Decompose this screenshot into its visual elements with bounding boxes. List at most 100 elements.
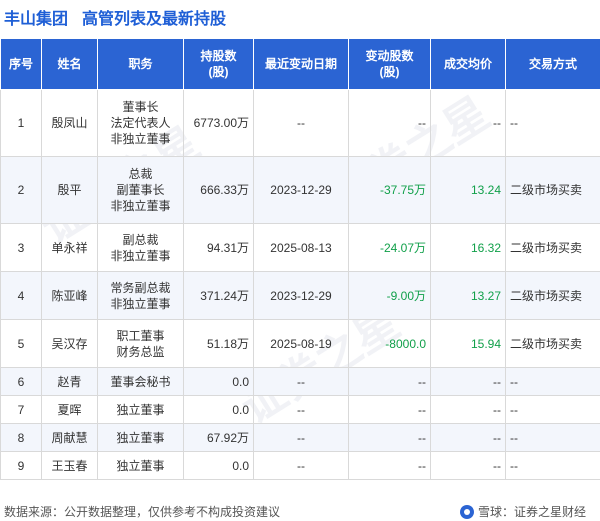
executive-name: 殷平 bbox=[41, 156, 98, 224]
column-header: 成交均价 bbox=[430, 38, 506, 90]
position-cell: 独立董事 bbox=[97, 395, 184, 424]
shares-changed: -8000.0 bbox=[348, 319, 431, 368]
column-header-label: 交易方式 bbox=[528, 57, 577, 71]
position-cell: 独立董事 bbox=[97, 423, 184, 452]
data-source-note: 数据来源：公开数据整理，仅供参考不构成投资建议 bbox=[4, 505, 281, 519]
footer: 数据来源：公开数据整理，仅供参考不构成投资建议 雪球：证券之星财经 bbox=[0, 500, 600, 521]
executive-name: 夏晖 bbox=[41, 395, 98, 424]
column-header-label: 职务 bbox=[128, 57, 153, 71]
position-cell: 独立董事 bbox=[97, 451, 184, 480]
position-title: 非独立董事 bbox=[110, 132, 171, 146]
column-header-label: 序号 bbox=[8, 57, 33, 71]
column-header-label: 持股数 bbox=[200, 49, 237, 63]
position-title: 法定代表人 bbox=[110, 116, 171, 130]
position-title: 副总裁 bbox=[122, 232, 159, 247]
shares-changed: -- bbox=[348, 423, 431, 452]
last-change-date: 2023-12-29 bbox=[253, 271, 349, 320]
column-header: 最近变动日期 bbox=[253, 38, 349, 90]
shares-held: 67.92万 bbox=[183, 423, 254, 452]
brand-label: 雪球：证券之星财经 bbox=[477, 505, 586, 519]
column-header-label: 成交均价 bbox=[443, 57, 492, 71]
column-header: 序号 bbox=[0, 38, 42, 90]
column-header-label: 姓名 bbox=[57, 57, 82, 71]
position-title: 副董事长 bbox=[116, 183, 165, 197]
position-cell: 总裁 副董事长 非独立董事 bbox=[97, 156, 184, 224]
row-index: 9 bbox=[0, 451, 42, 480]
executive-name: 赵青 bbox=[41, 367, 98, 396]
trade-method: 二级市场买卖 bbox=[505, 271, 600, 320]
shares-changed: -37.75万 bbox=[348, 156, 431, 224]
title-bar: 丰山集团 高管列表及最新持股 bbox=[0, 0, 600, 34]
executive-name: 陈亚峰 bbox=[41, 271, 98, 320]
table-row: 8 周献慧 独立董事 67.92万 -- -- -- -- bbox=[0, 423, 600, 452]
position-cell: 职工董事 财务总监 bbox=[97, 319, 184, 368]
position-cell: 董事长法定代表人非独立董事 bbox=[97, 89, 184, 157]
position-title: 独立董事 bbox=[116, 458, 165, 473]
position-title: 非独立董事 bbox=[110, 248, 171, 263]
table-row: 6 赵青 董事会秘书 0.0 -- -- -- -- bbox=[0, 367, 600, 396]
position-title: 非独立董事 bbox=[110, 296, 171, 311]
executives-table: 序号 姓名 职务 持股数 (股) 最近变动日期 变动股数 (股) 成交均价 交易方式 1 殷凤山 董事… bbox=[0, 38, 600, 480]
position-title: 董事长 bbox=[122, 100, 159, 114]
table-row: 5 吴汉存 职工董事 财务总监 51.18万 2025-08-19 -8000.0 15.94… bbox=[0, 319, 600, 368]
avg-price: -- bbox=[430, 451, 506, 480]
row-index: 2 bbox=[0, 156, 42, 224]
last-change-date: 2023-12-29 bbox=[253, 156, 349, 224]
column-header: 交易方式 bbox=[505, 38, 600, 90]
position-title: 常务副总裁 bbox=[110, 280, 171, 295]
shares-changed: -- bbox=[348, 451, 431, 480]
shares-held: 51.18万 bbox=[183, 319, 254, 368]
column-header: 持股数 (股) bbox=[183, 38, 254, 90]
column-header-label: (股) bbox=[208, 65, 229, 79]
shares-changed: -- bbox=[348, 395, 431, 424]
shares-held: 94.31万 bbox=[183, 223, 254, 272]
position-cell: 常务副总裁 非独立董事 bbox=[97, 271, 184, 320]
trade-method: 二级市场买卖 bbox=[505, 223, 600, 272]
row-index: 6 bbox=[0, 367, 42, 396]
shares-held: 0.0 bbox=[183, 451, 254, 480]
avg-price: 13.24 bbox=[430, 156, 506, 224]
trade-method: -- bbox=[505, 89, 600, 157]
column-header: 职务 bbox=[97, 38, 184, 90]
executive-name: 吴汉存 bbox=[41, 319, 98, 368]
trade-method: -- bbox=[505, 367, 600, 396]
avg-price: 16.32 bbox=[430, 223, 506, 272]
page-title: 高管列表及最新持股 bbox=[82, 11, 227, 28]
shares-held: 666.33万 bbox=[183, 156, 254, 224]
table-row: 9 王玉春 独立董事 0.0 -- -- -- -- bbox=[0, 451, 600, 480]
shares-changed: -24.07万 bbox=[348, 223, 431, 272]
last-change-date: -- bbox=[253, 423, 349, 452]
row-index: 8 bbox=[0, 423, 42, 452]
trade-method: -- bbox=[505, 395, 600, 424]
position-title: 财务总监 bbox=[116, 344, 165, 359]
position-title: 独立董事 bbox=[116, 402, 165, 417]
shares-held: 371.24万 bbox=[183, 271, 254, 320]
last-change-date: -- bbox=[253, 367, 349, 396]
avg-price: -- bbox=[430, 367, 506, 396]
position-title: 董事会秘书 bbox=[110, 374, 171, 389]
avg-price: 13.27 bbox=[430, 271, 506, 320]
row-index: 7 bbox=[0, 395, 42, 424]
position-title: 独立董事 bbox=[116, 430, 165, 445]
row-index: 3 bbox=[0, 223, 42, 272]
position-cell: 董事会秘书 bbox=[97, 367, 184, 396]
row-index: 5 bbox=[0, 319, 42, 368]
trade-method: 二级市场买卖 bbox=[505, 156, 600, 224]
executive-name: 殷凤山 bbox=[41, 89, 98, 157]
company-name: 丰山集团 bbox=[4, 11, 69, 28]
row-index: 4 bbox=[0, 271, 42, 320]
column-header: 姓名 bbox=[41, 38, 98, 90]
shares-changed: -9.00万 bbox=[348, 271, 431, 320]
trade-method: -- bbox=[505, 451, 600, 480]
table-row: 3 单永祥 副总裁 非独立董事 94.31万 2025-08-13 -24.07万 16.32… bbox=[0, 223, 600, 272]
last-change-date: 2025-08-13 bbox=[253, 223, 349, 272]
shares-held: 0.0 bbox=[183, 395, 254, 424]
shares-held: 0.0 bbox=[183, 367, 254, 396]
column-header-label: (股) bbox=[379, 65, 400, 79]
shares-changed: -- bbox=[348, 367, 431, 396]
executive-name: 单永祥 bbox=[41, 223, 98, 272]
avg-price: -- bbox=[430, 89, 506, 157]
row-index: 1 bbox=[0, 89, 42, 157]
avg-price: -- bbox=[430, 423, 506, 452]
column-header-label: 最近变动日期 bbox=[264, 57, 337, 71]
